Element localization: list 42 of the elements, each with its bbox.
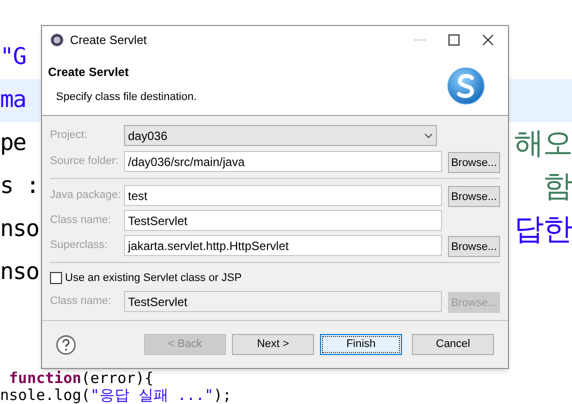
code-text: "응답 실패 ..." xyxy=(90,387,214,404)
package-field[interactable]: test xyxy=(124,185,442,206)
code-text: "G xyxy=(0,43,26,72)
field-label: Superclass: xyxy=(50,238,108,254)
wizard-subtitle: Specify class file destination. xyxy=(55,90,197,105)
code-comment: 답한 xyxy=(514,211,572,249)
field-label: Class name: xyxy=(50,213,112,228)
code-comment: 해오 xyxy=(514,125,572,163)
app-icon xyxy=(50,32,64,46)
checkbox[interactable] xyxy=(50,272,62,284)
browse-button[interactable]: Browse... xyxy=(448,186,500,208)
code-text: pe xyxy=(0,129,26,158)
code-text: s : xyxy=(0,172,39,201)
field-label: Class name: xyxy=(50,294,112,310)
browse-button[interactable]: Browse... xyxy=(448,152,500,174)
dialog-button[interactable]: Finish xyxy=(320,334,402,355)
code-text: ); xyxy=(214,387,232,404)
code-text: ma xyxy=(0,86,26,115)
source-folder-field[interactable]: /day036/src/main/java xyxy=(124,151,442,172)
field-label: Source folder: xyxy=(50,154,120,170)
window-title: Create Servlet xyxy=(70,32,147,48)
class-name-field[interactable]: TestServlet xyxy=(124,210,442,231)
project-dropdown[interactable]: day036 xyxy=(124,125,437,146)
code-text: nso xyxy=(0,215,39,244)
close-icon[interactable] xyxy=(482,34,494,46)
code-text: function xyxy=(8,370,82,387)
servlet-logo-icon xyxy=(446,66,486,106)
field-label: Java package: xyxy=(50,188,122,204)
field-label: Project: xyxy=(50,128,88,144)
maximize-icon[interactable] xyxy=(448,34,460,46)
code-text: nso xyxy=(0,258,39,287)
help-icon[interactable] xyxy=(56,334,76,354)
code-text: nsole.log( xyxy=(0,387,90,404)
browse-button[interactable]: Browse... xyxy=(448,236,500,258)
superclass-field[interactable]: jakarta.servlet.http.HttpServlet xyxy=(124,235,442,256)
checkbox-label: Use an existing Servlet class or JSP xyxy=(65,270,242,286)
dialog-button[interactable]: Next > xyxy=(232,334,314,355)
chevron-down-icon xyxy=(424,132,433,138)
code-text: (error){ xyxy=(81,370,154,387)
code-comment: 함 xyxy=(542,168,572,206)
wizard-header: Create Servlet xyxy=(48,64,130,81)
dialog-button[interactable]: Cancel xyxy=(412,334,494,355)
